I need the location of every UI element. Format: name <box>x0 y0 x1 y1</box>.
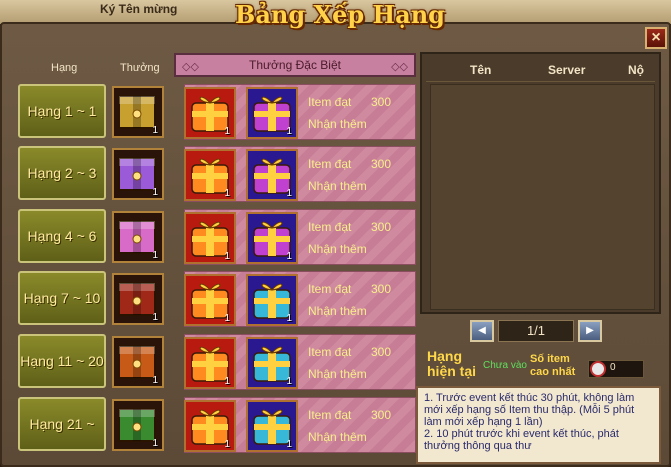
ornament-icon: ◇◇ <box>391 61 408 73</box>
bonus-label: Nhận thêm <box>308 367 367 381</box>
special-reward-slot[interactable]: 1 <box>246 337 298 389</box>
item-count: 1 <box>152 312 158 323</box>
note-line-1: 1. Trước event kết thúc 30 phút, không l… <box>424 392 635 428</box>
reward-slot[interactable]: 1 <box>112 211 164 263</box>
item-threshold-value: 300 <box>371 157 392 171</box>
reward-slot[interactable]: 1 <box>112 336 164 388</box>
page-indicator: 1/1 <box>498 320 574 342</box>
item-threshold-value: 300 <box>371 345 392 359</box>
max-items-label-line1: Số item <box>530 353 570 365</box>
special-reward-slot[interactable]: 1 <box>184 212 236 264</box>
special-reward-slot[interactable]: 1 <box>184 149 236 201</box>
event-notes: 1. Trước event kết thúc 30 phút, không l… <box>416 386 661 464</box>
reward-row: Hạng 11 ~ 20 1 1 1 Item đạt 300 Nhận thê… <box>18 332 416 390</box>
close-button[interactable]: × <box>645 27 667 49</box>
reward-row: Hạng 4 ~ 6 1 1 1 Item đạt 300 Nhận thêm <box>18 207 416 265</box>
item-threshold-value: 300 <box>371 220 392 234</box>
special-reward-slot[interactable]: 1 <box>184 274 236 326</box>
ranking-list-panel: Tên Server Nộ <box>420 52 661 314</box>
current-rank-label-line1: Hạng <box>427 348 462 364</box>
reward-row: Hạng 7 ~ 10 1 1 1 Item đạt 300 Nhận thêm <box>18 269 416 327</box>
item-count: 1 <box>286 188 292 199</box>
header-special-reward: ◇◇ Thưởng Đặc Biệt ◇◇ <box>174 53 416 77</box>
item-count: 1 <box>152 438 158 449</box>
reward-panel: Hạng Thưởng ◇◇ Thưởng Đặc Biệt ◇◇ Hạng 1… <box>12 52 416 467</box>
item-threshold-label: Item đạt <box>308 408 352 422</box>
rank-range-button[interactable]: Hạng 21 ~ 50 <box>18 397 106 467</box>
header-rank: Hạng <box>51 62 78 74</box>
item-threshold-label: Item đạt <box>308 95 352 109</box>
window-title: Bảng Xếp Hạng <box>235 0 445 29</box>
item-count: 1 <box>224 251 230 262</box>
special-reward-slot[interactable]: 1 <box>184 337 236 389</box>
item-count: 1 <box>224 439 230 450</box>
item-count: 1 <box>152 125 158 136</box>
item-count: 1 <box>286 251 292 262</box>
ornament-icon: ◇◇ <box>182 61 199 73</box>
reward-slot[interactable]: 1 <box>112 86 164 138</box>
item-count: 1 <box>286 376 292 387</box>
special-reward-slot[interactable]: 1 <box>246 149 298 201</box>
item-threshold-value: 300 <box>371 282 392 296</box>
bonus-label: Nhận thêm <box>308 304 367 318</box>
special-reward-slot[interactable]: 1 <box>246 87 298 139</box>
column-server: Server <box>548 63 586 77</box>
item-threshold-value: 300 <box>371 95 392 109</box>
item-count: 1 <box>152 187 158 198</box>
next-page-button[interactable]: ▶ <box>578 320 602 342</box>
item-count: 1 <box>152 250 158 261</box>
rank-range-button[interactable]: Hạng 7 ~ 10 <box>18 271 106 325</box>
rank-range-button[interactable]: Hạng 11 ~ 20 <box>18 334 106 388</box>
item-count: 1 <box>286 439 292 450</box>
header-reward: Thưởng <box>120 62 160 74</box>
ranking-list-header: Tên Server Nộ <box>426 58 655 82</box>
item-count: 1 <box>224 126 230 137</box>
special-reward-slot[interactable]: 1 <box>246 274 298 326</box>
rank-range-button[interactable]: Hạng 1 ~ 1 <box>18 84 106 138</box>
item-count: 1 <box>286 313 292 324</box>
rank-range-button[interactable]: Hạng 4 ~ 6 <box>18 209 106 263</box>
current-rank-label-line2: hiện tại <box>427 363 477 379</box>
pagination: ◀ 1/1 ▶ <box>470 320 604 344</box>
rank-range-button[interactable]: Hạng 2 ~ 3 <box>18 146 106 200</box>
item-count: 1 <box>224 188 230 199</box>
current-rank-value: Chưa vào <box>483 360 527 371</box>
column-name: Tên <box>470 63 492 77</box>
item-count: 1 <box>224 313 230 324</box>
item-threshold-label: Item đạt <box>308 282 352 296</box>
medal-icon <box>590 361 606 377</box>
max-items-value: 0 <box>610 362 616 373</box>
reward-slot[interactable]: 1 <box>112 273 164 325</box>
ranking-list-body <box>430 84 655 310</box>
item-count: 1 <box>152 375 158 386</box>
bonus-label: Nhận thêm <box>308 179 367 193</box>
reward-row: Hạng 1 ~ 1 1 1 1 Item đạt 300 Nhận thêm <box>18 82 416 140</box>
max-items-label-line2: cao nhất <box>530 366 576 378</box>
item-threshold-label: Item đạt <box>308 345 352 359</box>
prev-page-button[interactable]: ◀ <box>470 320 494 342</box>
item-count: 1 <box>286 126 292 137</box>
max-items-label: Số item cao nhất <box>530 353 575 379</box>
reward-slot[interactable]: 1 <box>112 399 164 451</box>
special-reward-slot[interactable]: 1 <box>184 400 236 452</box>
bonus-label: Nhận thêm <box>308 242 367 256</box>
bonus-label: Nhận thêm <box>308 117 367 131</box>
item-threshold-label: Item đạt <box>308 157 352 171</box>
special-reward-slot[interactable]: 1 <box>246 400 298 452</box>
note-line-2: 2. 10 phút trước khi event kết thúc, phá… <box>424 428 619 452</box>
bonus-label: Nhận thêm <box>308 430 367 444</box>
reward-row: Hạng 21 ~ 50 1 1 <box>18 395 416 467</box>
special-reward-slot[interactable]: 1 <box>246 212 298 264</box>
header-special-label: Thưởng Đặc Biệt <box>249 58 341 72</box>
current-rank-label: Hạng hiện tại <box>427 349 476 379</box>
item-threshold-label: Item đạt <box>308 220 352 234</box>
column-no: Nộ <box>628 63 644 77</box>
reward-slot[interactable]: 1 <box>112 148 164 200</box>
reward-row: Hạng 2 ~ 3 1 1 1 Item đạt 300 Nhận thêm <box>18 144 416 202</box>
background-text: Ký Tên mừng <box>100 2 178 16</box>
special-reward-slot[interactable]: 1 <box>184 87 236 139</box>
item-threshold-value: 300 <box>371 408 392 422</box>
item-count: 1 <box>224 376 230 387</box>
